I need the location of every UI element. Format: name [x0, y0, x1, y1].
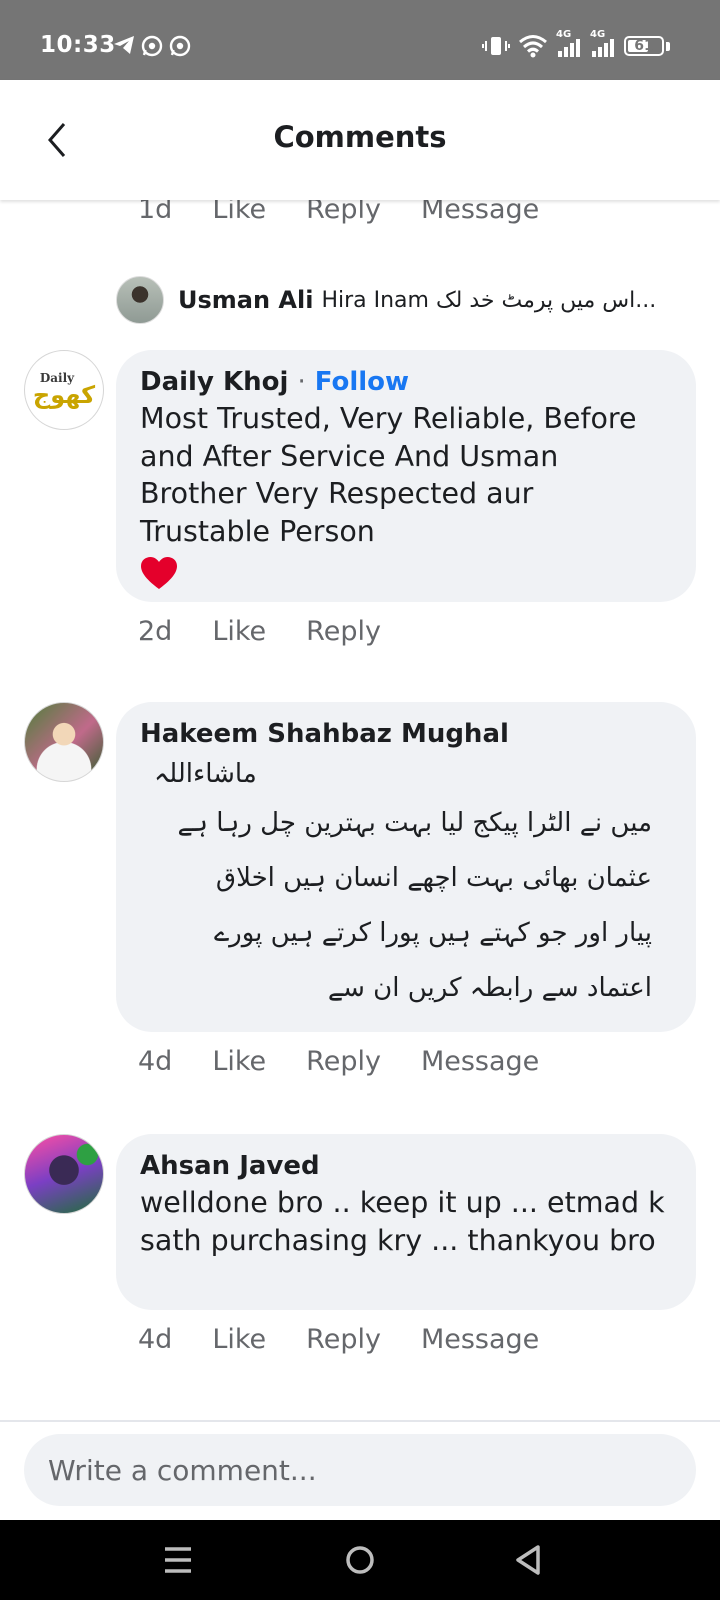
logo-text: کھوج — [32, 381, 96, 409]
battery-level: 61 — [634, 38, 654, 54]
home-icon[interactable] — [340, 1540, 380, 1580]
comment-bubble[interactable]: Ahsan Javed welldone bro .. keep it up .… — [116, 1134, 696, 1310]
comment-author-line: Daily Khoj · Follow — [140, 364, 672, 400]
comment-actions: 4d Like Reply Message — [138, 1046, 579, 1077]
comment-text: پیار اور جو کہتے ہیں پورا کرتے ہیں پورے — [213, 918, 652, 948]
telegram-icon — [114, 36, 134, 54]
reply-button[interactable]: Reply — [306, 200, 381, 225]
avatar[interactable] — [24, 702, 104, 782]
status-time: 10:33 — [40, 32, 116, 58]
reply-button[interactable]: Reply — [306, 1046, 381, 1077]
comment-text: عثمان بھائی بہت اچھے انسان ہیں اخلاق — [215, 863, 652, 893]
comment-text: میں نے الٹرا پیکج لیا بہت بہترین چل رہا … — [177, 808, 652, 838]
message-button[interactable]: Message — [421, 1046, 539, 1077]
signal-4g-icon: 4G — [590, 29, 616, 59]
comment-bubble[interactable]: Hakeem Shahbaz Mughal ماشاءاللہ میں نے ا… — [116, 702, 696, 1032]
reply-snippet: Hira Inam اس میں پرمٹ خد لک... — [321, 287, 657, 313]
comment-time: 2d — [138, 616, 173, 647]
like-button[interactable]: Like — [212, 1046, 266, 1077]
comment-time: 4d — [138, 1046, 173, 1077]
message-button[interactable]: Message — [421, 200, 539, 225]
comment-actions: 1d Like Reply Message — [138, 200, 579, 225]
comment-author[interactable]: Ahsan Javed — [140, 1148, 672, 1184]
heart-emoji — [140, 556, 672, 594]
comment-text: اعتماد سے رابطہ کریں ان سے — [327, 973, 652, 1003]
whatsapp-icon — [141, 35, 163, 57]
like-button[interactable]: Like — [212, 616, 266, 647]
status-bar: 10:33 4G 4G 61 — [0, 0, 720, 80]
reply-button[interactable]: Reply — [306, 616, 381, 647]
comment-time: 1d — [138, 200, 173, 225]
comment-actions: 4d Like Reply Message — [138, 1324, 579, 1355]
status-system-icons: 4G 4G 61 — [482, 29, 670, 59]
whatsapp-icon — [169, 35, 191, 57]
comment-list[interactable]: 1d Like Reply Message Usman Ali Hira Ina… — [0, 200, 720, 1420]
heart-icon — [141, 557, 177, 589]
menu-icon[interactable] — [158, 1540, 198, 1580]
reply-preview[interactable]: Usman Ali Hira Inam اس میں پرمٹ خد لک... — [116, 276, 696, 324]
avatar[interactable] — [24, 1134, 104, 1214]
reply-author[interactable]: Usman Ali — [178, 286, 313, 314]
system-nav-bar — [0, 1520, 720, 1600]
avatar[interactable] — [116, 276, 164, 324]
follow-separator: · — [297, 367, 306, 397]
like-button[interactable]: Like — [212, 1324, 266, 1355]
follow-button[interactable]: Follow — [315, 367, 409, 397]
comments-header: Comments — [0, 80, 720, 200]
like-button[interactable]: Like — [212, 200, 266, 225]
comment-bubble[interactable]: Daily Khoj · Follow Most Trusted, Very R… — [116, 350, 696, 602]
comment-text: welldone bro .. keep it up ... etmad k s… — [140, 1186, 665, 1257]
page-title: Comments — [273, 120, 447, 154]
comment-author[interactable]: Hakeem Shahbaz Mughal — [140, 716, 672, 752]
avatar[interactable]: Daily کھوج — [24, 350, 104, 430]
comment-input[interactable]: Write a comment... — [24, 1434, 696, 1506]
signal-4g-icon: 4G — [556, 29, 582, 59]
comment-text: Most Trusted, Very Reliable, Before and … — [140, 402, 637, 548]
comment-text: ماشاءاللہ — [154, 759, 257, 789]
battery-tip — [666, 41, 670, 51]
battery-icon: 61 — [624, 36, 664, 56]
message-button[interactable]: Message — [421, 1324, 539, 1355]
reply-button[interactable]: Reply — [306, 1324, 381, 1355]
vibrate-icon — [482, 37, 510, 55]
comment-actions: 2d Like Reply — [138, 616, 421, 647]
comment-time: 4d — [138, 1324, 173, 1355]
status-notification-icons — [112, 34, 192, 58]
comment-composer: Write a comment... — [0, 1420, 720, 1520]
comment-author[interactable]: Daily Khoj — [140, 367, 288, 397]
wifi-icon — [519, 35, 547, 58]
back-icon[interactable] — [508, 1540, 548, 1580]
